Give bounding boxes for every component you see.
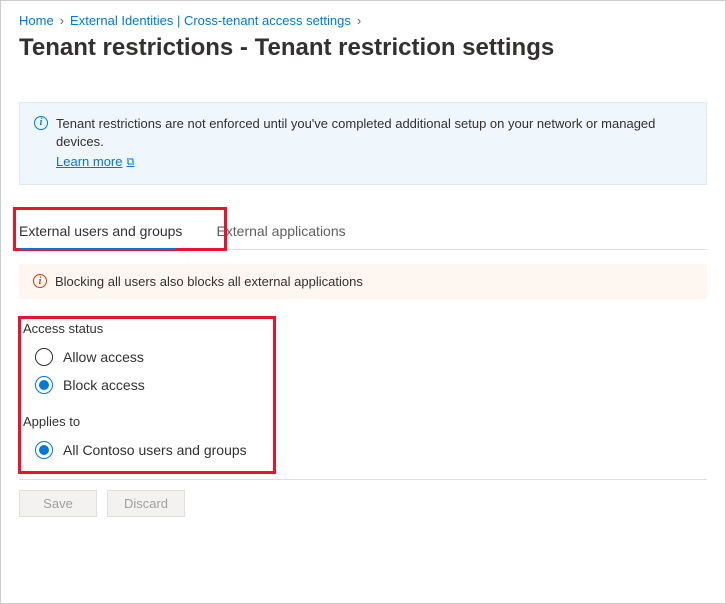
- radio-label: All Contoso users and groups: [63, 442, 247, 458]
- applies-to-group: All Contoso users and groups: [23, 441, 265, 459]
- radio-icon: [35, 441, 53, 459]
- access-status-group: Allow access Block access: [23, 348, 265, 394]
- chevron-right-icon: ›: [60, 13, 64, 28]
- breadcrumb: Home › External Identities | Cross-tenan…: [19, 13, 707, 28]
- settings-highlight: Access status Allow access Block access …: [19, 317, 275, 473]
- radio-label: Allow access: [63, 349, 144, 365]
- access-status-label: Access status: [23, 321, 265, 336]
- chevron-right-icon: ›: [357, 13, 361, 28]
- tab-users-groups[interactable]: External users and groups: [19, 213, 196, 249]
- footer: Save Discard: [19, 479, 707, 517]
- warning-banner: i Blocking all users also blocks all ext…: [19, 264, 707, 299]
- radio-label: Block access: [63, 377, 145, 393]
- breadcrumb-home[interactable]: Home: [19, 13, 54, 28]
- tab-external-applications[interactable]: External applications: [216, 213, 359, 249]
- radio-block-access[interactable]: Block access: [35, 376, 265, 394]
- warning-text: Blocking all users also blocks all exter…: [55, 274, 363, 289]
- discard-button[interactable]: Discard: [107, 490, 185, 517]
- page-title: Tenant restrictions - Tenant restriction…: [19, 34, 707, 62]
- info-text: Tenant restrictions are not enforced unt…: [56, 116, 655, 149]
- learn-more-link[interactable]: Learn more ⧉: [56, 153, 134, 171]
- breadcrumb-parent[interactable]: External Identities | Cross-tenant acces…: [70, 13, 351, 28]
- info-icon: i: [34, 116, 48, 130]
- warning-icon: i: [33, 274, 47, 288]
- radio-all-users-groups[interactable]: All Contoso users and groups: [35, 441, 265, 459]
- radio-icon: [35, 348, 53, 366]
- save-button[interactable]: Save: [19, 490, 97, 517]
- radio-icon: [35, 376, 53, 394]
- external-link-icon: ⧉: [126, 155, 134, 170]
- radio-allow-access[interactable]: Allow access: [35, 348, 265, 366]
- applies-to-label: Applies to: [23, 414, 265, 429]
- tab-bar: External users and groups External appli…: [19, 213, 707, 250]
- info-banner: i Tenant restrictions are not enforced u…: [19, 102, 707, 185]
